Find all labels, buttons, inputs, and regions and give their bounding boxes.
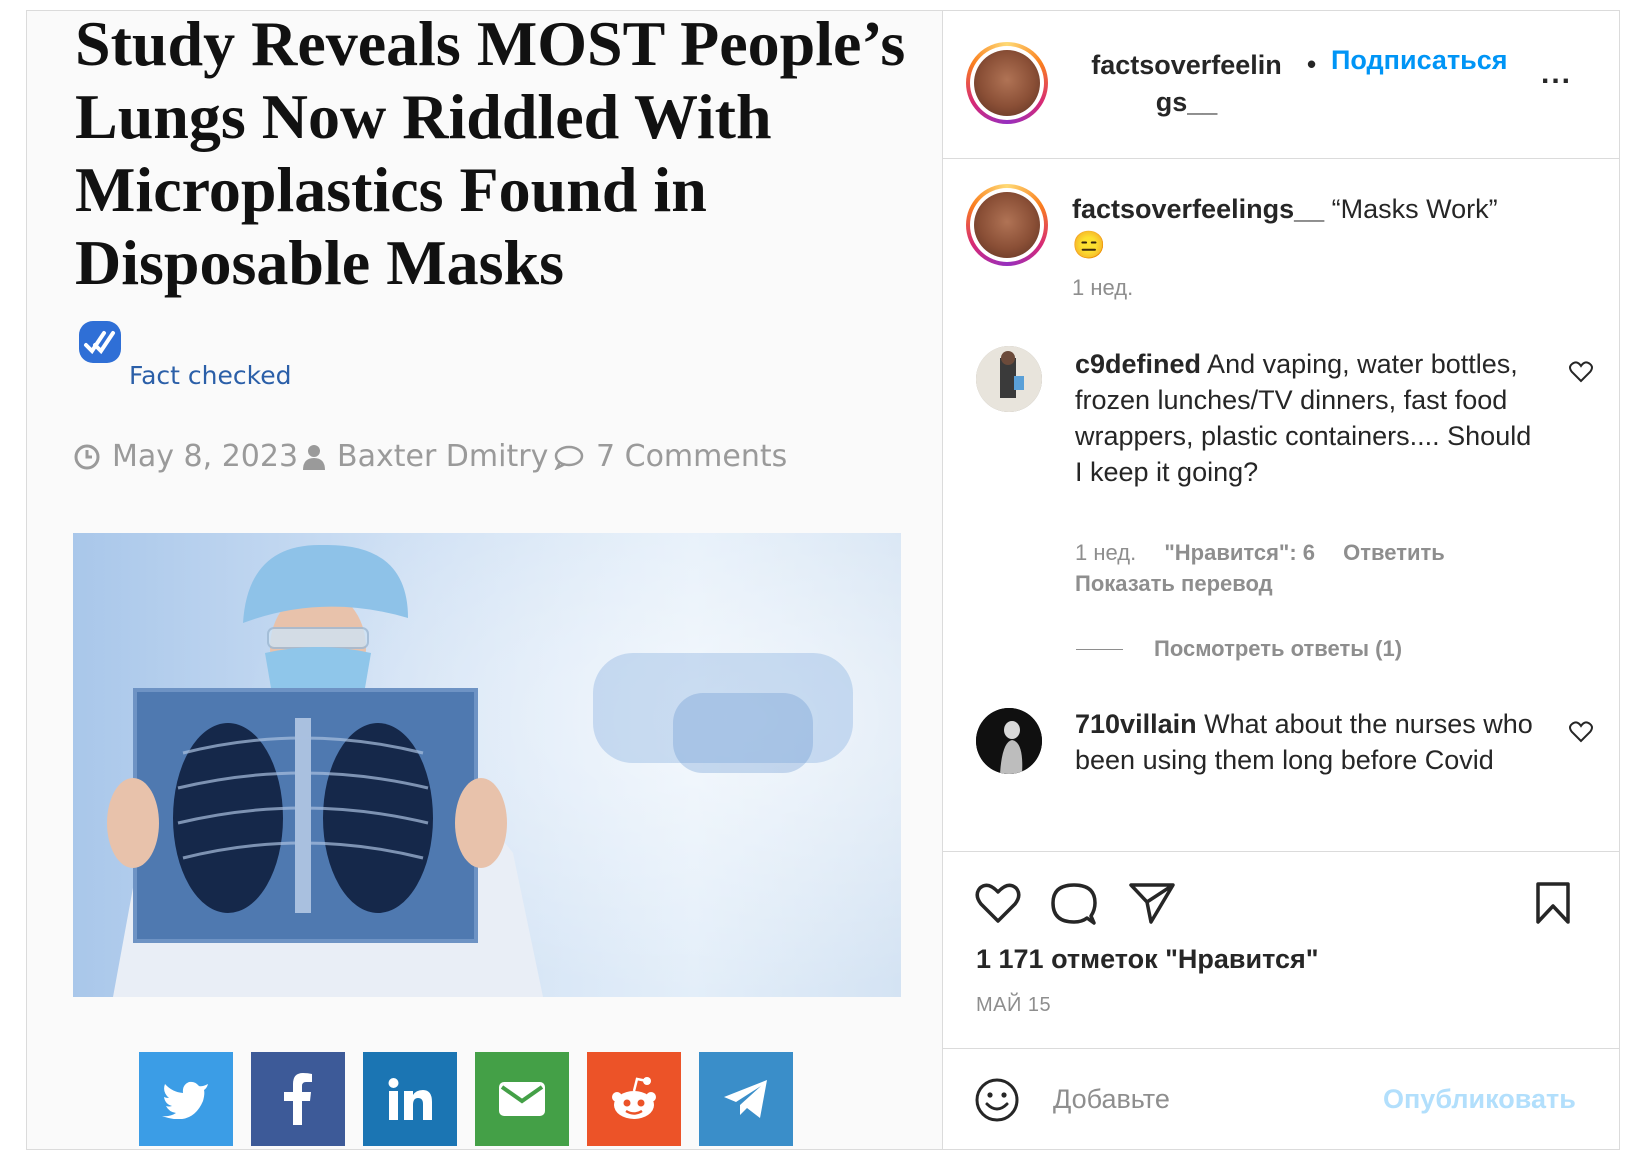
user-icon bbox=[303, 444, 325, 470]
view-replies-label[interactable]: Посмотреть ответы (1) bbox=[1154, 636, 1402, 662]
twitter-bird-icon bbox=[162, 1081, 208, 1119]
caption-emoji: 😑 bbox=[1072, 230, 1106, 260]
emoji-smiley-icon[interactable] bbox=[975, 1078, 1019, 1122]
post-caption: factsoverfeelings__ “Masks Work” 😑 1 нед… bbox=[943, 184, 1620, 314]
comment-likes[interactable]: "Нравится": 6 bbox=[1164, 540, 1315, 565]
reddit-alien-icon bbox=[612, 1077, 656, 1119]
more-options-button[interactable]: ... bbox=[1541, 57, 1572, 91]
article-author[interactable]: Baxter Dmitry bbox=[303, 439, 548, 474]
share-email-button[interactable] bbox=[475, 1052, 569, 1146]
article-comments-text[interactable]: 7 Comments bbox=[596, 439, 787, 474]
comment-time[interactable]: 1 нед. bbox=[1075, 540, 1136, 565]
comment-like-heart-icon[interactable] bbox=[1569, 721, 1593, 743]
comment-avatar[interactable] bbox=[976, 346, 1042, 412]
doctor-xray-illustration bbox=[73, 533, 901, 997]
add-comment-bar: Добавьте Опубликовать bbox=[943, 1050, 1620, 1149]
header-separator: • bbox=[1307, 49, 1317, 79]
share-reddit-button[interactable] bbox=[587, 1052, 681, 1146]
comment-input[interactable]: Добавьте bbox=[1053, 1084, 1170, 1115]
show-translation-button[interactable]: Показать перевод bbox=[1075, 571, 1273, 597]
comments-list: factsoverfeelings__ “Masks Work” 😑 1 нед… bbox=[943, 160, 1620, 850]
share-twitter-button[interactable] bbox=[139, 1052, 233, 1146]
share-paper-plane-icon[interactable] bbox=[1129, 882, 1175, 924]
caption-text: factsoverfeelings__ “Masks Work” 😑 bbox=[1072, 194, 1498, 260]
comment-avatar[interactable] bbox=[976, 708, 1042, 774]
clock-icon bbox=[74, 444, 100, 469]
article-author-text[interactable]: Baxter Dmitry bbox=[337, 439, 548, 474]
author-avatar-photo bbox=[974, 50, 1040, 116]
facebook-f-icon bbox=[284, 1073, 312, 1125]
comment-item: c9defined And vaping, water bottles, fro… bbox=[943, 340, 1620, 640]
share-linkedin-button[interactable] bbox=[363, 1052, 457, 1146]
follow-button[interactable]: Подписаться bbox=[1331, 45, 1508, 76]
caption-avatar[interactable] bbox=[966, 184, 1048, 266]
comment-username[interactable]: c9defined bbox=[1075, 349, 1201, 379]
publish-button[interactable]: Опубликовать bbox=[1383, 1084, 1576, 1115]
post-image: Study Reveals MOST People’s Lungs Now Ri… bbox=[27, 11, 942, 1149]
likes-count[interactable]: 1 171 отметок "Нравится" bbox=[976, 944, 1319, 975]
like-heart-icon[interactable] bbox=[975, 882, 1021, 924]
linkedin-in-icon bbox=[388, 1078, 432, 1120]
fact-checked-label: Fact checked bbox=[129, 361, 292, 390]
comment-text: 710villain What about the nurses who bee… bbox=[1075, 709, 1533, 775]
post-date[interactable]: МАЙ 15 bbox=[976, 994, 1051, 1017]
comment-bubble-icon bbox=[554, 445, 584, 470]
paper-plane-icon bbox=[724, 1080, 767, 1118]
comment-like-heart-icon[interactable] bbox=[1569, 361, 1593, 383]
article-headline: Study Reveals MOST People’s Lungs Now Ri… bbox=[75, 11, 906, 298]
post-actions: 1 171 отметок "Нравится" МАЙ 15 bbox=[943, 851, 1620, 1049]
post-header: factsoverfeelin gs__ • Подписаться ... bbox=[943, 11, 1620, 159]
bookmark-icon[interactable] bbox=[1535, 882, 1571, 924]
author-username[interactable]: factsoverfeelin gs__ bbox=[1079, 47, 1294, 121]
caption-time[interactable]: 1 нед. bbox=[1072, 275, 1133, 301]
comment-reply-button[interactable]: Ответить bbox=[1343, 540, 1445, 565]
share-facebook-button[interactable] bbox=[251, 1052, 345, 1146]
article-photo bbox=[73, 533, 901, 997]
comment-icon[interactable] bbox=[1051, 882, 1097, 926]
comment-text: c9defined And vaping, water bottles, fro… bbox=[1075, 349, 1532, 487]
instagram-post-panel: factsoverfeelin gs__ • Подписаться ... f… bbox=[942, 11, 1620, 1149]
article-date: May 8, 2023 bbox=[74, 439, 298, 474]
author-avatar[interactable] bbox=[966, 42, 1048, 124]
comment-meta: 1 нед. "Нравится": 6 Ответить bbox=[1075, 540, 1445, 566]
comment-item: 710villain What about the nurses who bee… bbox=[943, 700, 1620, 850]
article-comments-link[interactable]: 7 Comments bbox=[554, 439, 787, 474]
fact-check-badge-icon bbox=[79, 321, 121, 363]
share-telegram-button[interactable] bbox=[699, 1052, 793, 1146]
article-date-text: May 8, 2023 bbox=[112, 439, 299, 474]
caption-username[interactable]: factsoverfeelings__ bbox=[1072, 194, 1324, 224]
envelope-icon bbox=[499, 1082, 545, 1116]
view-replies[interactable]: Посмотреть ответы (1) bbox=[943, 630, 1620, 670]
comment-username[interactable]: 710villain bbox=[1075, 709, 1197, 739]
replies-divider bbox=[1076, 649, 1123, 650]
